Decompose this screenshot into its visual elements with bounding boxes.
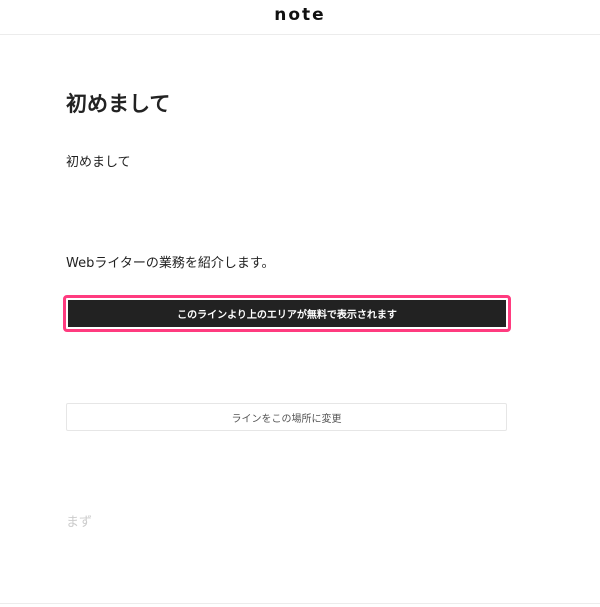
- article-title[interactable]: 初めまして: [66, 88, 170, 118]
- bottom-divider: [0, 603, 600, 604]
- paywall-line[interactable]: このラインより上のエリアが無料で表示されます: [68, 300, 506, 327]
- move-paywall-line-button[interactable]: ラインをこの場所に変更: [66, 403, 507, 431]
- paragraph-1[interactable]: 初めまして: [66, 151, 131, 170]
- paywall-line-label: このラインより上のエリアが無料で表示されます: [177, 310, 397, 321]
- next-paragraph[interactable]: まず: [66, 511, 92, 530]
- move-paywall-line-label: ラインをこの場所に変更: [231, 413, 342, 425]
- header: note: [0, 0, 600, 35]
- editor-page: note 初めまして 初めまして Webライターの業務を紹介します。 このライン…: [0, 0, 600, 607]
- paragraph-2[interactable]: Webライターの業務を紹介します。: [66, 252, 275, 271]
- note-logo[interactable]: note: [0, 5, 600, 25]
